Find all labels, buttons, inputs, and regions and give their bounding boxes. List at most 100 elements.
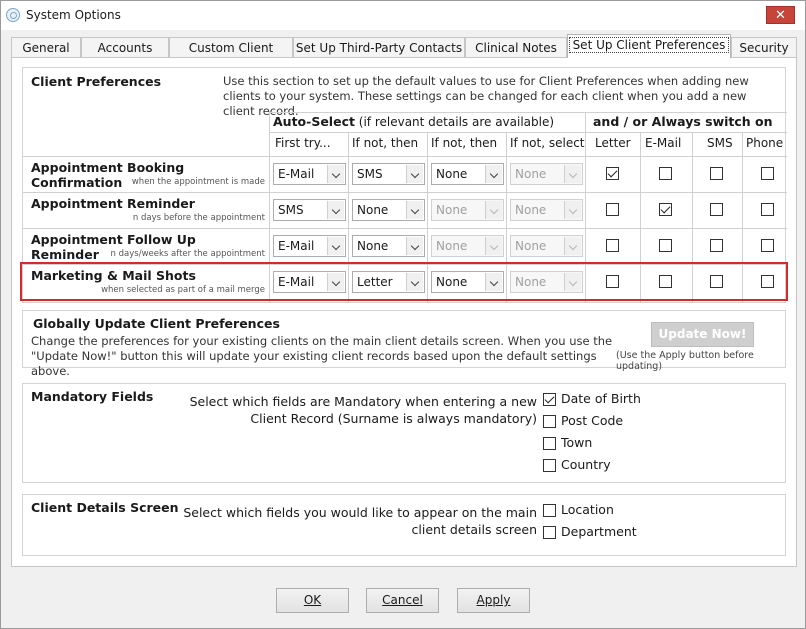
cancel-button[interactable]: Cancel bbox=[366, 588, 439, 613]
global-update-group: Globally Update Client Preferences Chang… bbox=[22, 310, 786, 378]
pref-row-subtitle: n days before the appointment bbox=[132, 213, 265, 223]
pref-select-value: None bbox=[357, 239, 389, 253]
field-checkbox[interactable] bbox=[543, 437, 556, 450]
pref-select: None bbox=[510, 199, 583, 221]
chevron-down-icon bbox=[485, 237, 502, 255]
global-update-title: Globally Update Client Preferences bbox=[33, 316, 280, 331]
pref-row-label: Appointment Booking Confirmation when the… bbox=[31, 160, 265, 190]
field-checkbox-label[interactable]: Post Code bbox=[561, 413, 623, 428]
col-if-not-select: If not, select bbox=[510, 136, 585, 150]
chevron-down-icon bbox=[564, 165, 581, 183]
pref-select-value: E-Mail bbox=[278, 167, 315, 181]
tab-client-preferences[interactable]: Set Up Client Preferences bbox=[567, 34, 731, 58]
system-options-window: System Options ✕ General Accounts Custom… bbox=[0, 0, 806, 629]
pref-row-label: Appointment Follow Up Reminder n days/wee… bbox=[31, 232, 265, 262]
chevron-down-icon bbox=[327, 201, 344, 219]
chevron-down-icon bbox=[485, 201, 502, 219]
pref-switch-checkbox[interactable] bbox=[710, 239, 723, 252]
highlight-box bbox=[20, 262, 788, 301]
close-icon[interactable]: ✕ bbox=[766, 6, 795, 24]
chevron-down-icon bbox=[406, 165, 423, 183]
tab-clinical-notes[interactable]: Clinical Notes bbox=[465, 37, 567, 58]
field-checkbox-label[interactable]: Town bbox=[561, 435, 592, 450]
mandatory-fields-group: Mandatory Fields Select which fields are… bbox=[22, 383, 786, 483]
pref-switch-checkbox[interactable] bbox=[659, 239, 672, 252]
col-first-try: First try... bbox=[275, 136, 331, 150]
pref-row-title: Appointment Reminder bbox=[31, 196, 195, 211]
pref-select[interactable]: None bbox=[431, 163, 504, 185]
chevron-down-icon bbox=[406, 237, 423, 255]
pref-switch-checkbox[interactable] bbox=[710, 167, 723, 180]
pref-select[interactable]: E-Mail bbox=[273, 163, 346, 185]
chevron-down-icon bbox=[564, 201, 581, 219]
update-now-button[interactable]: Update Now! bbox=[651, 322, 754, 347]
tab-custom-client-fields[interactable]: Custom Client Fields bbox=[169, 37, 293, 75]
field-checkbox-label[interactable]: Department bbox=[561, 524, 637, 539]
pref-select[interactable]: SMS bbox=[273, 199, 346, 221]
col-if-not-then-2: If not, then bbox=[431, 136, 498, 150]
chevron-down-icon bbox=[406, 201, 423, 219]
title-bar: System Options ✕ bbox=[1, 1, 805, 30]
pref-select-value: None bbox=[515, 203, 547, 217]
pref-row-label: Appointment Reminder n days before the ap… bbox=[31, 196, 265, 226]
pref-select-value: None bbox=[436, 167, 468, 181]
client-details-screen-description: Select which fields you would like to ap… bbox=[183, 505, 537, 537]
pref-select-value: E-Mail bbox=[278, 239, 315, 253]
pref-switch-checkbox[interactable] bbox=[606, 239, 619, 252]
col-email: E-Mail bbox=[645, 136, 682, 150]
client-details-screen-group: Client Details Screen Select which field… bbox=[22, 494, 786, 556]
field-checkbox[interactable] bbox=[543, 459, 556, 472]
pref-switch-checkbox[interactable] bbox=[659, 203, 672, 216]
chevron-down-icon bbox=[485, 165, 502, 183]
chevron-down-icon bbox=[564, 237, 581, 255]
pref-row-subtitle: n days/weeks after the appointment bbox=[110, 249, 265, 259]
mandatory-fields-title: Mandatory Fields bbox=[31, 389, 154, 404]
update-note: (Use the Apply button before updating) bbox=[616, 350, 754, 372]
tab-accounts[interactable]: Accounts bbox=[81, 37, 169, 58]
pref-select: None bbox=[431, 199, 504, 221]
tab-panel: Client Preferences Use this section to s… bbox=[11, 57, 797, 567]
tab-general[interactable]: General bbox=[11, 37, 81, 58]
pref-switch-checkbox[interactable] bbox=[606, 203, 619, 216]
pref-select-value: SMS bbox=[357, 167, 383, 181]
tab-security[interactable]: Security bbox=[731, 37, 797, 58]
col-sms: SMS bbox=[707, 136, 733, 150]
always-switch-heading: and / or Always switch on bbox=[593, 114, 773, 129]
tab-third-party-contacts[interactable]: Set Up Third-Party Contacts bbox=[293, 37, 465, 58]
field-checkbox-label[interactable]: Country bbox=[561, 457, 611, 472]
app-icon bbox=[6, 8, 20, 22]
auto-select-heading: Auto-Select (if relevant details are ava… bbox=[273, 114, 555, 129]
pref-select[interactable]: SMS bbox=[352, 163, 425, 185]
col-letter: Letter bbox=[595, 136, 631, 150]
field-checkbox-label[interactable]: Location bbox=[561, 502, 614, 517]
pref-switch-checkbox[interactable] bbox=[710, 203, 723, 216]
client-details-screen-title: Client Details Screen bbox=[31, 500, 179, 515]
pref-select[interactable]: None bbox=[352, 199, 425, 221]
pref-select[interactable]: None bbox=[352, 235, 425, 257]
client-preferences-title: Client Preferences bbox=[31, 74, 162, 89]
window-title: System Options bbox=[26, 8, 121, 22]
pref-switch-checkbox[interactable] bbox=[659, 167, 672, 180]
tab-strip: General Accounts Custom Client Fields Se… bbox=[11, 34, 797, 75]
field-checkbox-label[interactable]: Date of Birth bbox=[561, 391, 641, 406]
pref-select: None bbox=[431, 235, 504, 257]
pref-select-value: None bbox=[515, 167, 547, 181]
field-checkbox[interactable] bbox=[543, 526, 556, 539]
pref-select: None bbox=[510, 163, 583, 185]
global-update-description: Change the preferences for your existing… bbox=[31, 334, 613, 378]
pref-select[interactable]: E-Mail bbox=[273, 235, 346, 257]
pref-select-value: None bbox=[436, 239, 468, 253]
pref-switch-checkbox[interactable] bbox=[761, 167, 774, 180]
pref-switch-checkbox[interactable] bbox=[761, 203, 774, 216]
field-checkbox[interactable] bbox=[543, 415, 556, 428]
pref-select-value: None bbox=[436, 203, 468, 217]
pref-select-value: None bbox=[515, 239, 547, 253]
pref-switch-checkbox[interactable] bbox=[761, 239, 774, 252]
field-checkbox[interactable] bbox=[543, 393, 556, 406]
ok-button[interactable]: OK bbox=[276, 588, 349, 613]
pref-switch-checkbox[interactable] bbox=[606, 167, 619, 180]
col-if-not-then-1: If not, then bbox=[352, 136, 419, 150]
field-checkbox[interactable] bbox=[543, 504, 556, 517]
apply-button[interactable]: Apply bbox=[457, 588, 530, 613]
pref-row-subtitle: when the appointment is made bbox=[131, 177, 265, 187]
